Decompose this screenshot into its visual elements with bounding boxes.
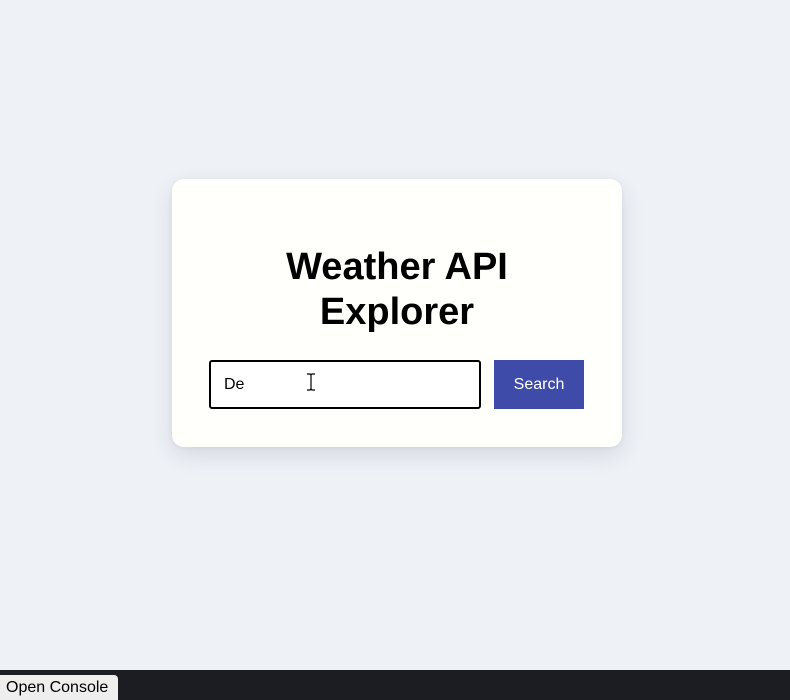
city-search-input[interactable] (209, 360, 481, 409)
weather-card: Weather API Explorer Search (172, 179, 622, 447)
page-title-line2: Explorer (319, 291, 475, 333)
open-console-button[interactable]: Open Console (0, 675, 119, 700)
page-title-line1: Weather API (286, 246, 508, 288)
bottom-bar (0, 670, 790, 700)
search-button[interactable]: Search (494, 360, 584, 409)
page-title: Weather API Explorer (172, 245, 622, 335)
